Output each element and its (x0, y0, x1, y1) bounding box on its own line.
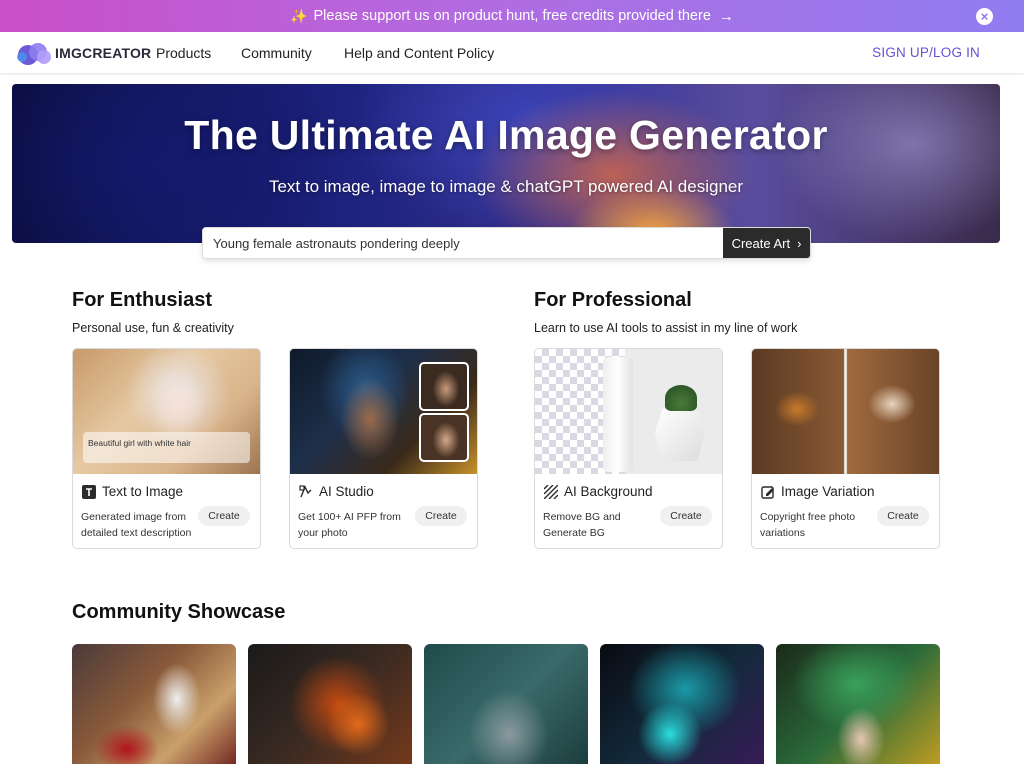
enthusiast-title: For Enthusiast (72, 289, 213, 311)
nav-community[interactable]: Community (241, 45, 312, 61)
community-title: Community Showcase (72, 601, 286, 623)
ai-studio-thumbnail (290, 349, 477, 474)
arrow-right-icon: → (718, 7, 734, 25)
plant-pot (655, 409, 705, 461)
hero-subtitle: Text to image, image to image & chatGPT … (268, 177, 744, 196)
edit-icon (760, 484, 775, 499)
card-title: AI Studio (319, 484, 374, 499)
card-text-to-image[interactable]: Beautiful girl with white hair Text to I… (72, 348, 261, 549)
showcase-image[interactable] (424, 644, 588, 764)
promo-banner[interactable]: ✨ Please support us on product hunt, fre… (0, 0, 1024, 32)
signup-login-link[interactable]: SIGN UP/LOG IN (872, 45, 980, 60)
showcase-image[interactable] (248, 644, 412, 764)
card-ai-studio[interactable]: AI Studio Get 100+ AI PFP from your phot… (289, 348, 478, 549)
nav-products[interactable]: Products (156, 45, 211, 61)
background-stripes-icon (543, 484, 558, 499)
card-title-row: Image Variation (760, 484, 875, 499)
chevron-right-icon: › (797, 235, 802, 251)
text-to-image-thumbnail: Beautiful girl with white hair (73, 349, 260, 474)
logo[interactable]: IMGCREATOR (15, 40, 151, 66)
hero-title: The Ultimate AI Image Generator (184, 112, 828, 158)
create-art-button[interactable]: Create Art › (723, 228, 810, 258)
card-description: Copyright free photo variations (760, 511, 856, 539)
text-t-icon (81, 484, 96, 499)
card-title: Image Variation (781, 484, 875, 499)
logo-wordmark: IMGCREATOR (55, 45, 152, 61)
card-description: Get 100+ AI PFP from your photo (298, 511, 401, 539)
professional-subtitle: Learn to use AI tools to assist in my li… (534, 321, 798, 335)
sparkle-icon: ✨ (290, 7, 308, 24)
prompt-input[interactable] (203, 228, 723, 258)
card-title-row: AI Studio (298, 484, 374, 499)
close-icon[interactable]: × (976, 8, 993, 25)
card-title-row: AI Background (543, 484, 653, 499)
card-ai-background[interactable]: AI Background Remove BG and Generate BG … (534, 348, 723, 549)
top-nav: IMGCREATOR Products Community Help and C… (0, 32, 1024, 74)
plant (665, 385, 697, 411)
card-title: AI Background (564, 484, 653, 499)
bottle (603, 357, 633, 472)
prompt-overlay: Beautiful girl with white hair (83, 432, 250, 463)
create-button[interactable]: Create (660, 506, 712, 526)
ai-background-thumbnail (535, 349, 722, 474)
nav-help-policy[interactable]: Help and Content Policy (344, 45, 494, 61)
create-button[interactable]: Create (877, 506, 929, 526)
professional-title: For Professional (534, 289, 692, 311)
prompt-overlay-text: Beautiful girl with white hair (88, 438, 191, 448)
enthusiast-subtitle: Personal use, fun & creativity (72, 321, 234, 335)
showcase-image[interactable] (600, 644, 764, 764)
showcase-image[interactable] (72, 644, 236, 764)
card-title: Text to Image (102, 484, 184, 499)
create-button[interactable]: Create (415, 506, 467, 526)
prompt-search-bar: Create Art › (202, 227, 811, 259)
card-title-row: Text to Image (81, 484, 183, 499)
card-description: Generated image from detailed text descr… (81, 511, 192, 539)
studio-photo-1 (419, 362, 469, 411)
create-button[interactable]: Create (198, 506, 250, 526)
card-image-variation[interactable]: Image Variation Copyright free photo var… (751, 348, 940, 549)
studio-photo-2 (419, 413, 469, 462)
studio-icon (298, 484, 313, 499)
create-art-label: Create Art (731, 235, 791, 251)
image-variation-thumbnail (752, 349, 939, 474)
logo-icon (17, 43, 51, 65)
showcase-image[interactable] (776, 644, 940, 764)
hero-banner: The Ultimate AI Image Generator Text to … (12, 84, 1000, 243)
card-description: Remove BG and Generate BG (543, 511, 621, 539)
promo-text[interactable]: Please support us on product hunt, free … (314, 8, 711, 24)
